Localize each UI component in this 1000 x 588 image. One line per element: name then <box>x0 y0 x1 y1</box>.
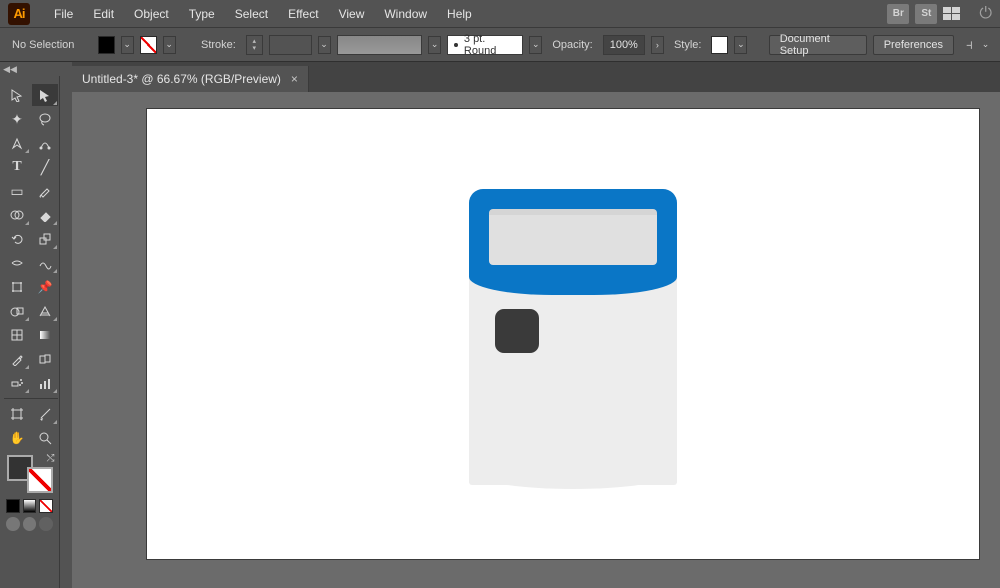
selection-tool[interactable] <box>4 84 30 106</box>
draw-normal-icon[interactable] <box>6 517 20 531</box>
rectangle-tool[interactable]: ▭ <box>4 180 30 202</box>
variable-width-profile[interactable] <box>269 35 312 55</box>
brush-preview[interactable] <box>337 35 422 55</box>
direct-selection-tool[interactable] <box>32 84 58 106</box>
menu-view[interactable]: View <box>329 7 375 21</box>
brush-name: 3 pt. Round <box>464 33 516 57</box>
perspective-grid-tool[interactable] <box>32 300 58 322</box>
menu-effect[interactable]: Effect <box>278 7 328 21</box>
tool-separator <box>4 398 58 399</box>
pen-tool[interactable] <box>4 132 30 154</box>
draw-mode-row <box>0 513 59 535</box>
stroke-dropdown-icon[interactable]: ⌄ <box>163 36 176 54</box>
rotate-tool[interactable] <box>4 228 30 250</box>
color-mode-row <box>0 499 59 513</box>
artwork-calculator[interactable] <box>469 189 677 485</box>
menu-bar: Ai File Edit Object Type Select Effect V… <box>0 0 1000 28</box>
draw-behind-icon[interactable] <box>23 517 37 531</box>
graphic-style-swatch[interactable] <box>711 36 728 54</box>
artwork-screen <box>489 209 657 265</box>
shape-builder-tool[interactable] <box>4 300 30 322</box>
swap-fill-stroke-icon[interactable]: ⤭ <box>47 453 55 464</box>
artboard[interactable] <box>146 108 980 560</box>
puppet-warp-tool[interactable]: 📌 <box>32 276 58 298</box>
app-icon: Ai <box>8 3 30 25</box>
gpu-performance-icon[interactable]: ⏻ <box>979 5 992 23</box>
menu-type[interactable]: Type <box>179 7 225 21</box>
artwork-base <box>469 471 677 489</box>
draw-inside-icon[interactable] <box>39 517 53 531</box>
opacity-dropdown-icon[interactable]: › <box>651 36 664 54</box>
align-to-icon[interactable]: ⫞ <box>966 36 973 53</box>
bridge-icon[interactable]: Br <box>887 4 909 24</box>
width-tool[interactable] <box>4 252 30 274</box>
stroke-weight-stepper[interactable]: ▴▾ <box>246 35 263 55</box>
stroke-color-icon[interactable] <box>27 467 53 493</box>
mesh-tool[interactable] <box>4 324 30 346</box>
tab-title: Untitled-3* @ 66.67% (RGB/Preview) <box>82 72 281 86</box>
preferences-button[interactable]: Preferences <box>873 35 954 55</box>
blend-tool[interactable] <box>32 348 58 370</box>
document-tab-active[interactable]: Untitled-3* @ 66.67% (RGB/Preview) × <box>72 66 309 92</box>
menu-object[interactable]: Object <box>124 7 179 21</box>
document-tabs: Untitled-3* @ 66.67% (RGB/Preview) × <box>72 62 1000 92</box>
selection-status: No Selection <box>8 39 78 51</box>
workspace <box>72 92 1000 588</box>
magic-wand-tool[interactable]: ✦ <box>4 108 30 130</box>
line-segment-tool[interactable]: ╱ <box>32 156 58 178</box>
control-bar: No Selection ⌄ ⌄ Stroke: ▴▾ ⌄ ⌄ 3 pt. Ro… <box>0 28 1000 62</box>
lasso-tool[interactable] <box>32 108 58 130</box>
gradient-tool[interactable] <box>32 324 58 346</box>
fill-dropdown-icon[interactable]: ⌄ <box>121 36 134 54</box>
style-dropdown-icon[interactable]: ⌄ <box>734 36 747 54</box>
zoom-tool[interactable] <box>32 427 58 449</box>
menu-file[interactable]: File <box>44 7 83 21</box>
brush-def-dropdown-icon[interactable]: ⌄ <box>529 36 542 54</box>
shaper-tool[interactable] <box>4 204 30 226</box>
artboard-tool[interactable] <box>4 403 30 425</box>
menu-help[interactable]: Help <box>437 7 482 21</box>
fill-swatch[interactable] <box>98 36 115 54</box>
width-profile-dropdown-icon[interactable]: ⌄ <box>318 36 331 54</box>
panel-collapse-icon[interactable]: ◀◀ <box>0 62 20 76</box>
eyedropper-tool[interactable] <box>4 348 30 370</box>
column-graph-tool[interactable] <box>32 372 58 394</box>
type-tool[interactable]: T <box>4 156 30 178</box>
menubar-right: Br St ⏻ <box>887 4 992 24</box>
warp-tool[interactable] <box>32 252 58 274</box>
menu-window[interactable]: Window <box>374 7 437 21</box>
hand-tool[interactable]: ✋ <box>4 427 30 449</box>
document-setup-button[interactable]: Document Setup <box>769 35 867 55</box>
tab-close-icon[interactable]: × <box>291 72 298 86</box>
brush-definition[interactable]: 3 pt. Round <box>447 35 523 55</box>
color-none-icon[interactable] <box>39 499 53 513</box>
color-solid-icon[interactable] <box>6 499 20 513</box>
align-dropdown-icon[interactable]: ⌄ <box>979 36 992 54</box>
eraser-tool[interactable] <box>32 204 58 226</box>
stock-icon[interactable]: St <box>915 4 937 24</box>
opacity-label: Opacity: <box>548 39 596 51</box>
opacity-field[interactable]: 100% <box>603 35 645 55</box>
menu-select[interactable]: Select <box>225 7 278 21</box>
menu-edit[interactable]: Edit <box>83 7 124 21</box>
scale-tool[interactable] <box>32 228 58 250</box>
arrange-documents-icon[interactable] <box>943 7 961 21</box>
symbol-sprayer-tool[interactable] <box>4 372 30 394</box>
stroke-label: Stroke: <box>197 39 240 51</box>
brush-dropdown-icon[interactable]: ⌄ <box>428 36 441 54</box>
slice-tool[interactable] <box>32 403 58 425</box>
tools-panel: ✦ T ╱ ▭ 📌 ✋ ⤭ <box>0 76 60 588</box>
fill-stroke-indicator[interactable]: ⤭ <box>7 455 53 493</box>
stroke-swatch[interactable] <box>140 36 157 54</box>
paintbrush-tool[interactable] <box>32 180 58 202</box>
artwork-button <box>495 309 539 353</box>
curvature-tool[interactable] <box>32 132 58 154</box>
style-label: Style: <box>670 39 706 51</box>
color-gradient-icon[interactable] <box>23 499 37 513</box>
free-transform-tool[interactable] <box>4 276 30 298</box>
